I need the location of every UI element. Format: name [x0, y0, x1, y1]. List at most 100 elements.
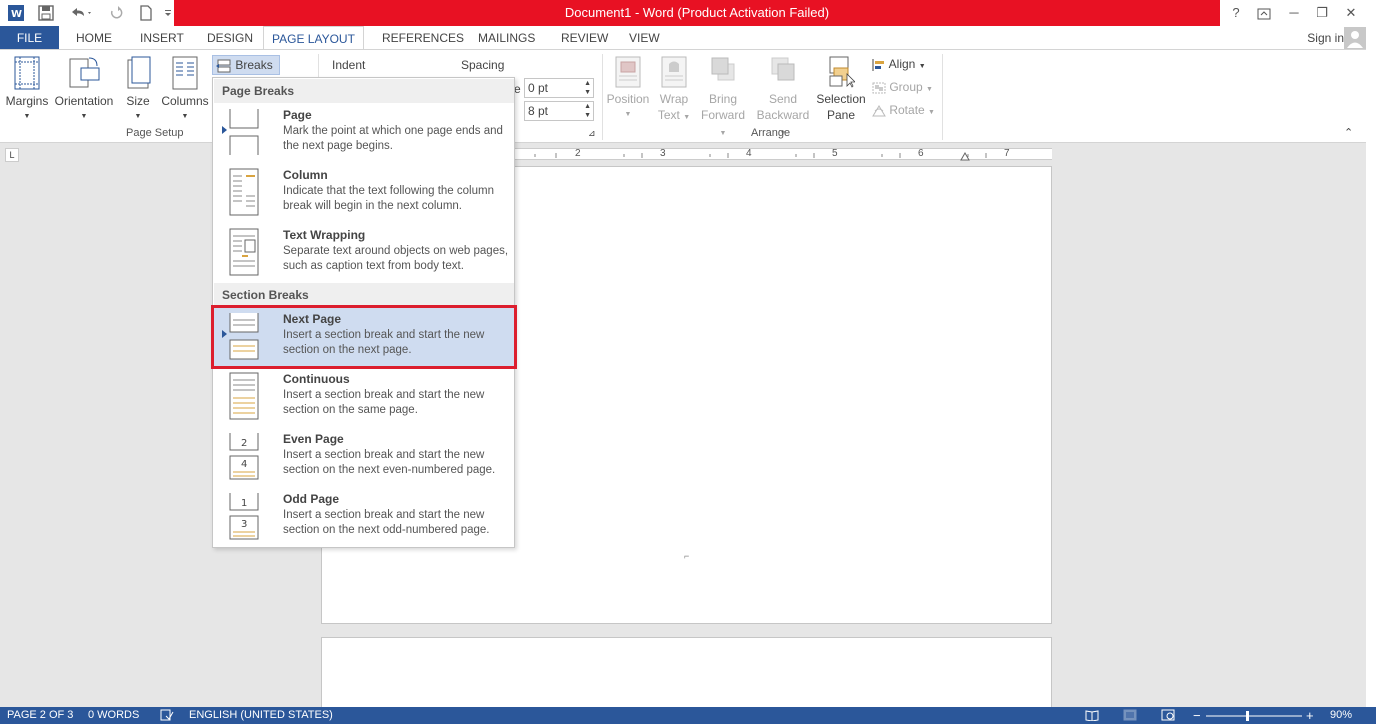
tab-review[interactable]: REVIEW — [553, 26, 616, 50]
menu-item-odd-page-break[interactable]: 13 Odd Page Insert a section break and s… — [214, 488, 514, 546]
svg-text:2: 2 — [241, 438, 247, 449]
web-layout-icon[interactable] — [1161, 707, 1175, 724]
tab-page-layout[interactable]: PAGE LAYOUT — [263, 26, 364, 51]
customize-quick-access-icon[interactable] — [162, 3, 174, 23]
size-icon — [127, 56, 151, 89]
selection-pane-button[interactable]: Selection Pane — [814, 56, 868, 123]
bring-forward-button[interactable]: Bring Forward ▼ — [696, 56, 750, 142]
align-button[interactable]: Align ▼ — [872, 57, 926, 71]
new-document-icon[interactable] — [136, 3, 156, 23]
save-icon[interactable] — [36, 3, 56, 23]
menu-item-description: Insert a section break and start the new… — [283, 449, 496, 476]
spacing-before-input[interactable]: 0 pt ▲ ▼ — [524, 78, 594, 98]
menu-item-title: Odd Page — [283, 492, 340, 506]
avatar[interactable] — [1344, 27, 1366, 49]
columns-button[interactable]: Columns ▼ — [159, 56, 211, 125]
zoom-in-button[interactable]: + — [1306, 707, 1314, 724]
wrap-text-button[interactable]: Wrap Text ▼ — [654, 56, 694, 126]
position-label: Position — [606, 92, 650, 106]
vertical-scrollbar[interactable] — [1366, 0, 1376, 724]
rotate-button[interactable]: Rotate ▼ — [872, 103, 935, 117]
chevron-down-icon: ▼ — [918, 63, 926, 70]
page-breaks-header: Page Breaks — [214, 79, 514, 103]
tab-references[interactable]: REFERENCES — [374, 26, 472, 50]
svg-text:3: 3 — [241, 519, 247, 530]
bring-forward-icon — [711, 57, 735, 81]
group-icon — [872, 82, 886, 94]
breaks-button[interactable]: Breaks ▼ — [212, 55, 280, 89]
section-breaks-header: Section Breaks — [214, 283, 514, 307]
paragraph-dialog-launcher-icon[interactable]: ⊿ — [588, 128, 596, 139]
menu-item-description: Mark the point at which one page ends an… — [283, 125, 503, 152]
redo-icon[interactable] — [106, 3, 126, 23]
menu-item-title: Continuous — [283, 372, 350, 386]
word-app-icon[interactable]: W — [6, 3, 26, 23]
selection-pane-icon — [829, 56, 856, 88]
menu-item-description: Indicate that the text following the col… — [283, 185, 494, 212]
tab-design[interactable]: DESIGN — [199, 26, 261, 50]
selection-pane-label-2: Pane — [826, 108, 856, 122]
menu-item-even-page-break[interactable]: 24 Even Page Insert a section break and … — [214, 428, 514, 486]
breaks-label: Breaks — [235, 58, 273, 72]
print-layout-icon[interactable] — [1123, 707, 1137, 724]
ribbon-display-options-icon[interactable] — [1250, 0, 1278, 26]
chevron-down-icon: ▼ — [926, 86, 933, 93]
close-button[interactable]: ✕ — [1337, 0, 1365, 26]
status-bar: PAGE 2 OF 3 0 WORDS ENGLISH (UNITED STAT… — [0, 707, 1376, 724]
tab-view[interactable]: VIEW — [621, 26, 668, 50]
document-page[interactable] — [321, 637, 1052, 717]
column-break-icon — [229, 168, 259, 216]
title-bar: W Document1 - Word (Product Activation F… — [0, 0, 1376, 26]
spacing-after-value: 8 pt — [528, 104, 549, 118]
send-backward-label-1: Send — [768, 92, 798, 106]
ruler-mark: 4 — [746, 148, 752, 159]
word-count[interactable]: 0 WORDS — [88, 707, 139, 724]
position-button[interactable]: Position ▼ — [604, 56, 652, 123]
window-title: Document1 - Word (Product Activation Fai… — [174, 0, 1220, 26]
horizontal-ruler[interactable]: 2 3 4 5 6 7 — [514, 148, 1052, 161]
tab-selector-icon[interactable]: L — [5, 148, 19, 162]
send-backward-icon — [771, 57, 795, 81]
chevron-down-icon: ▼ — [23, 113, 31, 120]
sign-in-link[interactable]: Sign in — [1307, 26, 1344, 50]
svg-text:1: 1 — [241, 498, 247, 509]
restore-button[interactable]: ❐ — [1308, 0, 1336, 26]
tab-home[interactable]: HOME — [68, 26, 120, 50]
orientation-button[interactable]: Orientation ▼ — [53, 56, 115, 125]
align-label: Align — [888, 57, 916, 71]
menu-item-continuous-break[interactable]: Continuous Insert a section break and st… — [214, 368, 514, 426]
size-button[interactable]: Size ▼ — [120, 56, 156, 125]
zoom-out-button[interactable]: − — [1193, 707, 1201, 724]
minimize-button[interactable]: ─ — [1280, 0, 1308, 26]
margins-button[interactable]: Margins ▼ — [4, 56, 50, 125]
menu-item-page-break[interactable]: Page Mark the point at which one page en… — [214, 104, 514, 162]
page-count[interactable]: PAGE 2 OF 3 — [7, 707, 73, 724]
spacing-after-input[interactable]: 8 pt ▲ ▼ — [524, 101, 594, 121]
chevron-down-icon: ▼ — [134, 113, 142, 120]
menu-item-title: Even Page — [283, 432, 344, 446]
page-setup-group-label: Page Setup — [126, 127, 184, 139]
menu-item-text-wrapping-break[interactable]: Text Wrapping Separate text around objec… — [214, 224, 514, 282]
group-button[interactable]: Group ▼ — [872, 80, 933, 94]
zoom-level[interactable]: 90% — [1330, 707, 1352, 724]
collapse-ribbon-icon[interactable]: ⌃ — [1344, 126, 1353, 139]
wrap-text-icon — [661, 56, 687, 88]
read-mode-icon[interactable] — [1085, 707, 1099, 724]
menu-item-next-page-break[interactable]: Next Page Insert a section break and sta… — [211, 305, 517, 369]
zoom-slider[interactable] — [1206, 707, 1302, 724]
wrap-text-label-1: Wrap — [659, 92, 689, 106]
tab-file[interactable]: FILE — [0, 26, 59, 50]
language-indicator[interactable]: ENGLISH (UNITED STATES) — [189, 707, 333, 724]
tab-mailings[interactable]: MAILINGS — [470, 26, 543, 50]
spinner-icon[interactable]: ▲ ▼ — [584, 102, 591, 120]
ruler-mark: 7 — [1004, 148, 1010, 159]
undo-icon[interactable] — [66, 3, 96, 23]
help-button[interactable]: ? — [1222, 0, 1250, 26]
chevron-down-icon: ▼ — [624, 111, 632, 118]
proofing-icon[interactable] — [160, 707, 174, 724]
menu-item-column-break[interactable]: Column Indicate that the text following … — [214, 164, 514, 222]
tab-insert[interactable]: INSERT — [132, 26, 192, 50]
spinner-icon[interactable]: ▲ ▼ — [584, 79, 591, 97]
selection-pane-label-1: Selection — [816, 92, 866, 106]
ribbon-tabs: FILE HOME INSERT DESIGN PAGE LAYOUT REFE… — [0, 26, 1376, 51]
